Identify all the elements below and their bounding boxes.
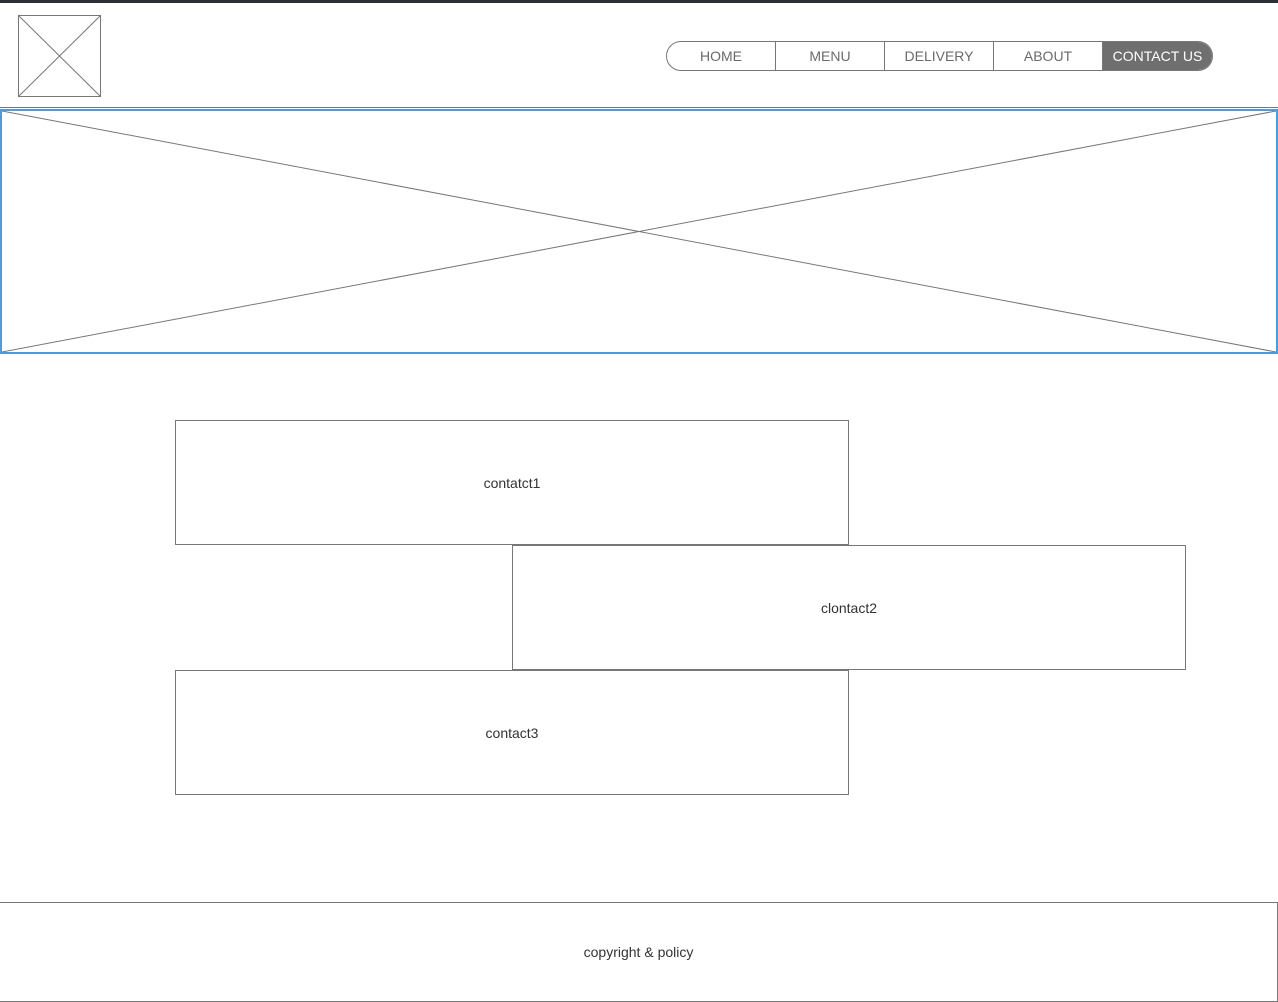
footer-text: copyright & policy	[583, 944, 694, 960]
nav-about[interactable]: ABOUT	[994, 42, 1103, 70]
nav-home[interactable]: HOME	[667, 42, 776, 70]
nav-delivery[interactable]: DELIVERY	[885, 42, 994, 70]
contact-box-1: contatct1	[175, 420, 849, 545]
contact-label-2: clontact2	[820, 599, 878, 616]
nav-contact-us[interactable]: CONTACT US	[1103, 42, 1212, 70]
contact-box-3: contact3	[175, 670, 849, 795]
site-header: HOME MENU DELIVERY ABOUT CONTACT US	[0, 3, 1278, 108]
contact-label-1: contatct1	[483, 474, 541, 491]
nav-menu[interactable]: MENU	[776, 42, 885, 70]
contact-box-2: clontact2	[512, 545, 1186, 670]
hero-image-placeholder-icon	[0, 109, 1278, 354]
main-nav: HOME MENU DELIVERY ABOUT CONTACT US	[666, 41, 1213, 71]
contact-label-3: contact3	[485, 724, 539, 741]
logo-image-placeholder-icon[interactable]	[18, 15, 101, 97]
site-footer: copyright & policy	[0, 902, 1278, 1002]
